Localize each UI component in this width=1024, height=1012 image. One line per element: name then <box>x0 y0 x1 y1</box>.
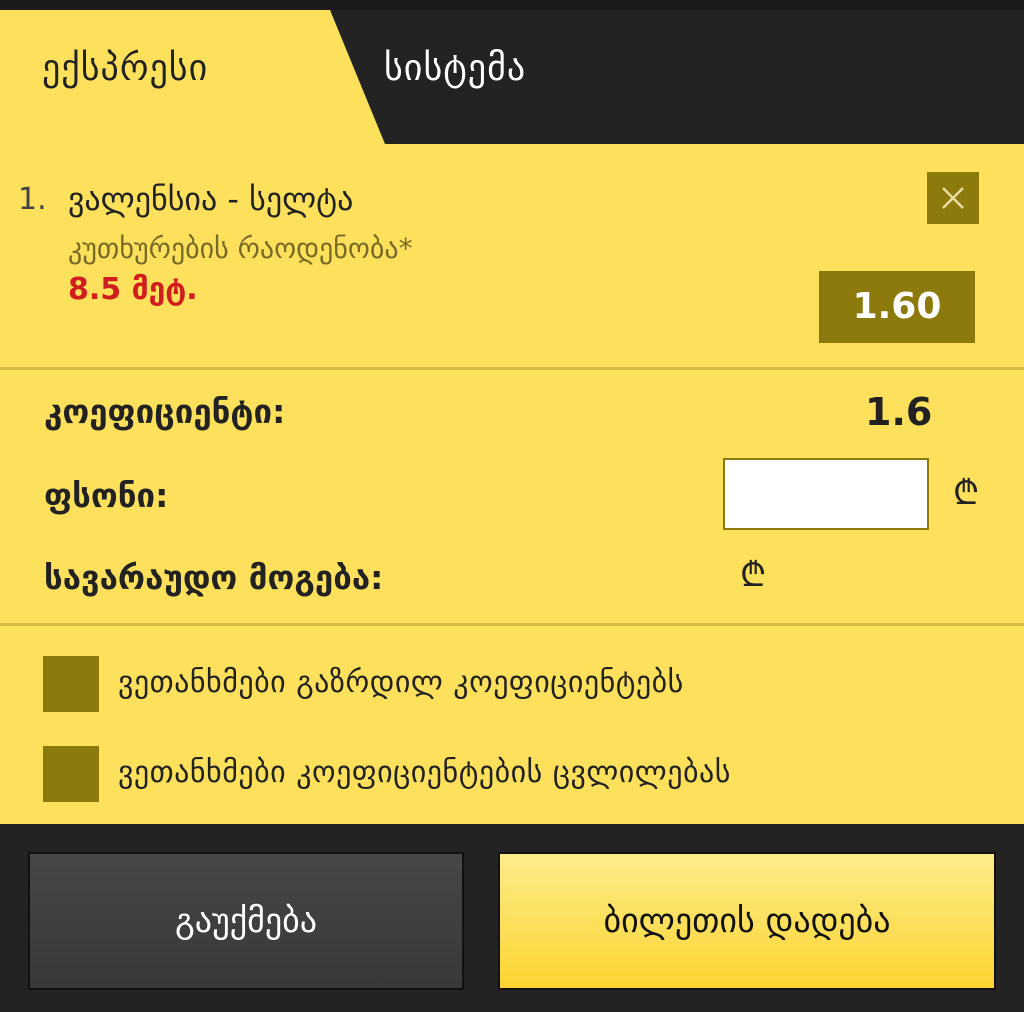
bet-match: ვალენსია - სელტა <box>68 180 354 218</box>
bet-selection: 8.5 მეტ. <box>68 272 198 307</box>
remove-bet-button[interactable] <box>927 172 979 224</box>
lari-icon: ₾ <box>953 473 980 513</box>
lari-icon: ₾ <box>740 555 767 595</box>
bet-market: კუთხურების რაოდენობა* <box>68 232 413 265</box>
tab-system[interactable]: სისტემა <box>384 48 526 89</box>
tab-express-label: ექსპრესი <box>42 48 209 89</box>
stake-input[interactable] <box>723 458 929 530</box>
place-bet-button[interactable]: ბილეთის დადება <box>498 852 996 990</box>
agree-odds-change[interactable]: ვეთანხმები კოეფიციენტების ცვლილებას <box>0 746 1024 806</box>
coefficient-value: 1.6 <box>865 390 933 434</box>
agreements: ვეთანხმები გაზრდილ კოეფიციენტებს ვეთანხმ… <box>0 626 1024 824</box>
bet-summary: კოეფიციენტი: 1.6 ფსონი: ₾ სავარაუდო მოგე… <box>0 370 1024 623</box>
bet-type-tabs: ექსპრესი სისტემა <box>0 10 1024 144</box>
agree-increased-odds-label: ვეთანხმები გაზრდილ კოეფიციენტებს <box>118 665 684 700</box>
bet-number: 1. <box>18 182 47 217</box>
close-icon <box>942 187 964 209</box>
tab-express[interactable]: ექსპრესი <box>0 10 385 144</box>
agree-increased-odds-checkbox[interactable] <box>43 656 99 712</box>
bet-item: 1. ვალენსია - სელტა კუთხურების რაოდენობა… <box>0 144 1024 369</box>
odds-badge: 1.60 <box>819 271 975 343</box>
cancel-button[interactable]: გაუქმება <box>28 852 464 990</box>
agree-odds-change-checkbox[interactable] <box>43 746 99 802</box>
potential-win-label: სავარაუდო მოგება: <box>44 558 384 597</box>
stake-label: ფსონი: <box>44 476 169 515</box>
footer: გაუქმება ბილეთის დადება <box>0 824 1024 1012</box>
agree-odds-change-label: ვეთანხმები კოეფიციენტების ცვლილებას <box>118 755 731 790</box>
coefficient-label: კოეფიციენტი: <box>44 392 286 431</box>
agree-increased-odds[interactable]: ვეთანხმები გაზრდილ კოეფიციენტებს <box>0 656 1024 716</box>
top-strip <box>0 0 1024 10</box>
